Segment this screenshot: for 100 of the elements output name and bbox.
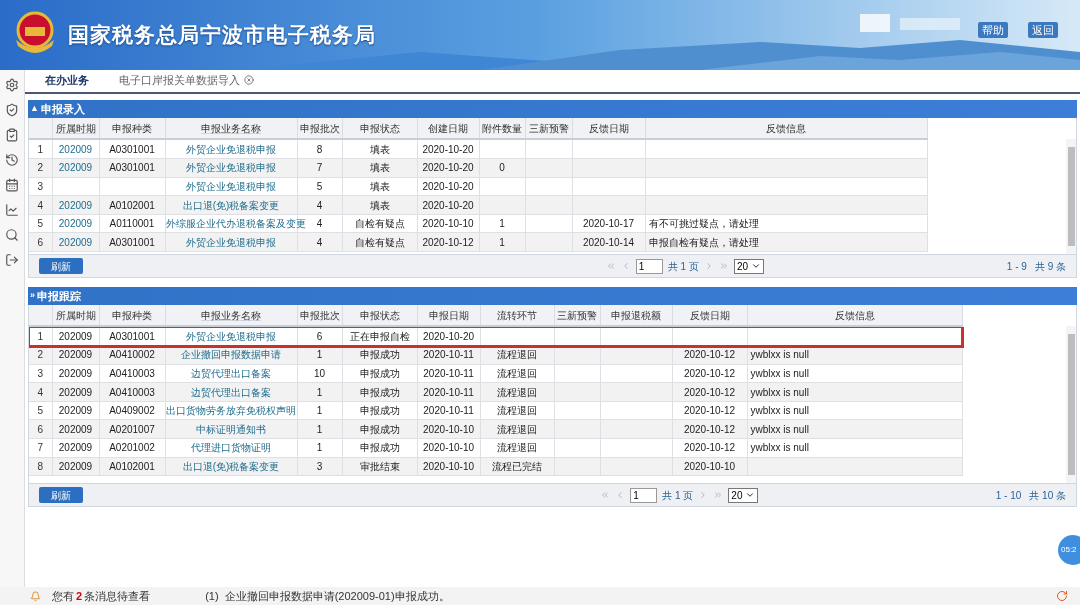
table-cell: A0410003 <box>109 368 155 379</box>
refresh-button[interactable]: 刷新 <box>39 487 83 503</box>
table-cell: 1 <box>316 386 323 398</box>
table-cell: 2020-10-12 <box>683 368 736 379</box>
table-link[interactable]: 外综服企业代办退税备案及变更 <box>165 218 306 230</box>
table-cell: 2020-10-20 <box>422 330 475 342</box>
table-link[interactable]: 202009 <box>58 199 93 211</box>
page-size-select[interactable]: 20 <box>728 487 759 503</box>
table-link[interactable]: 202009 <box>58 143 93 155</box>
last-page-icon[interactable] <box>713 490 724 500</box>
shield-check-icon[interactable] <box>5 103 19 117</box>
table-cell: 10 <box>313 368 326 379</box>
table-cell: 流程退回 <box>497 405 537 417</box>
table-cell: A0301001 <box>109 236 155 248</box>
clipboard-check-icon[interactable] <box>5 128 19 142</box>
page-size-select[interactable]: 20 <box>733 258 765 274</box>
scrollbar[interactable] <box>1066 139 1076 254</box>
bell-icon[interactable] <box>30 590 41 602</box>
message-suffix: 条消息待查看 <box>84 588 151 604</box>
scrollbar[interactable] <box>1066 326 1076 483</box>
column-header: 申报退税额 <box>611 309 661 321</box>
table-cell: 2020-10-12 <box>683 405 736 417</box>
calendar-icon[interactable] <box>5 178 19 192</box>
first-page-icon[interactable] <box>605 261 616 271</box>
last-page-icon[interactable] <box>718 261 729 271</box>
table-cell: 1 <box>499 236 505 248</box>
table-link[interactable]: 代理进口货物证明 <box>191 442 271 454</box>
table-cell: ywblxx is null <box>750 386 809 398</box>
table-cell: A0110001 <box>109 218 155 230</box>
table-link[interactable]: 出口退(免)税备案变更 <box>182 460 280 472</box>
settings-icon[interactable] <box>5 78 19 92</box>
row-number: 6 <box>37 236 44 248</box>
message-count[interactable]: 2 <box>76 587 83 605</box>
table-cell: A0410002 <box>109 349 155 361</box>
column-header: 申报种类 <box>112 122 152 134</box>
table-cell: 2020-10-20 <box>422 199 474 211</box>
exit-icon[interactable] <box>5 253 19 267</box>
column-header: 申报状态 <box>359 309 400 321</box>
site-title: 国家税务总局宁波市电子税务局 <box>68 22 376 49</box>
table-cell: 2020-10-14 <box>582 236 635 248</box>
column-header: 所属时期 <box>55 309 96 321</box>
table-link[interactable]: 外贸企业免退税申报 <box>186 330 276 342</box>
table-link[interactable]: 边贸代理出口备案 <box>191 386 271 398</box>
table-cell: 1 <box>316 405 323 417</box>
first-page-icon[interactable] <box>600 490 611 500</box>
row-number: 1 <box>37 330 44 342</box>
table-cell: 申报成功 <box>359 349 400 361</box>
table-cell: 2020-10-11 <box>423 405 474 417</box>
table-cell: 自检有疑点 <box>354 236 405 248</box>
row-number: 7 <box>37 442 44 454</box>
table-cell: 1 <box>316 442 323 454</box>
table-cell: 4 <box>316 236 323 248</box>
column-header: 三新预警 <box>528 122 569 134</box>
page-field[interactable]: 1 <box>630 487 658 503</box>
table-link[interactable]: 外贸企业免退税申报 <box>186 143 276 155</box>
table-cell: 2020-10-10 <box>422 218 474 230</box>
row-number: 5 <box>37 405 44 417</box>
timer-badge[interactable]: 05:2 <box>1058 535 1080 565</box>
table-link[interactable]: 出口退(免)税备案变更 <box>182 199 280 211</box>
table-cell: 流程退回 <box>497 442 537 454</box>
column-header: 流转环节 <box>497 309 537 321</box>
table-cell: 4 <box>316 199 323 211</box>
table-cell: 申报成功 <box>359 386 400 398</box>
refresh-icon[interactable] <box>1056 590 1068 602</box>
tab[interactable]: 电子口岸报关单数据导入 <box>119 71 254 92</box>
table-link[interactable]: 外贸企业免退税申报 <box>186 181 276 192</box>
table-cell: 审批结束 <box>359 460 400 472</box>
table-cell: ywblxx is null <box>750 405 809 417</box>
table-cell: 202009 <box>58 460 93 472</box>
column-header: 附件数量 <box>482 122 522 134</box>
table-link[interactable]: 202009 <box>58 218 93 230</box>
record-count: 共 10 条 <box>1029 488 1066 503</box>
table-cell: 202009 <box>58 349 93 361</box>
table-link[interactable]: 202009 <box>58 236 93 248</box>
collapse-toggle[interactable]: ▲ <box>30 102 39 116</box>
row-number: 2 <box>37 162 44 174</box>
message-prefix: 您有 <box>52 588 74 604</box>
table-cell: 填表 <box>369 199 390 211</box>
refresh-button[interactable]: 刷新 <box>39 258 83 274</box>
table-cell: 流程退回 <box>497 423 537 435</box>
table-link[interactable]: 外贸企业免退税申报 <box>186 236 276 248</box>
table-link[interactable]: 外贸企业免退税申报 <box>186 162 276 174</box>
page-field[interactable]: 1 <box>635 258 663 274</box>
close-icon[interactable] <box>244 74 254 85</box>
table-link[interactable]: 202009 <box>58 162 93 174</box>
tab[interactable]: 在办业务 <box>45 71 89 92</box>
caret-icon <box>745 490 756 500</box>
table-cell: 流程退回 <box>497 349 537 361</box>
table-link[interactable]: 中标证明通知书 <box>196 423 266 435</box>
column-header: 反馈日期 <box>689 309 730 321</box>
search-icon[interactable] <box>5 228 19 242</box>
table-cell: A0201007 <box>109 423 155 435</box>
collapse-toggle[interactable]: » <box>30 289 35 303</box>
table-link[interactable]: 出口货物劳务放弃免税权声明 <box>166 405 296 417</box>
table-link[interactable]: 企业撤回申报数据申请 <box>181 349 281 361</box>
table-cell: 填表 <box>369 181 390 192</box>
chart-icon[interactable] <box>5 203 19 217</box>
table-cell: 流程退回 <box>497 386 537 398</box>
history-icon[interactable] <box>5 153 19 167</box>
table-link[interactable]: 边贸代理出口备案 <box>191 368 271 379</box>
